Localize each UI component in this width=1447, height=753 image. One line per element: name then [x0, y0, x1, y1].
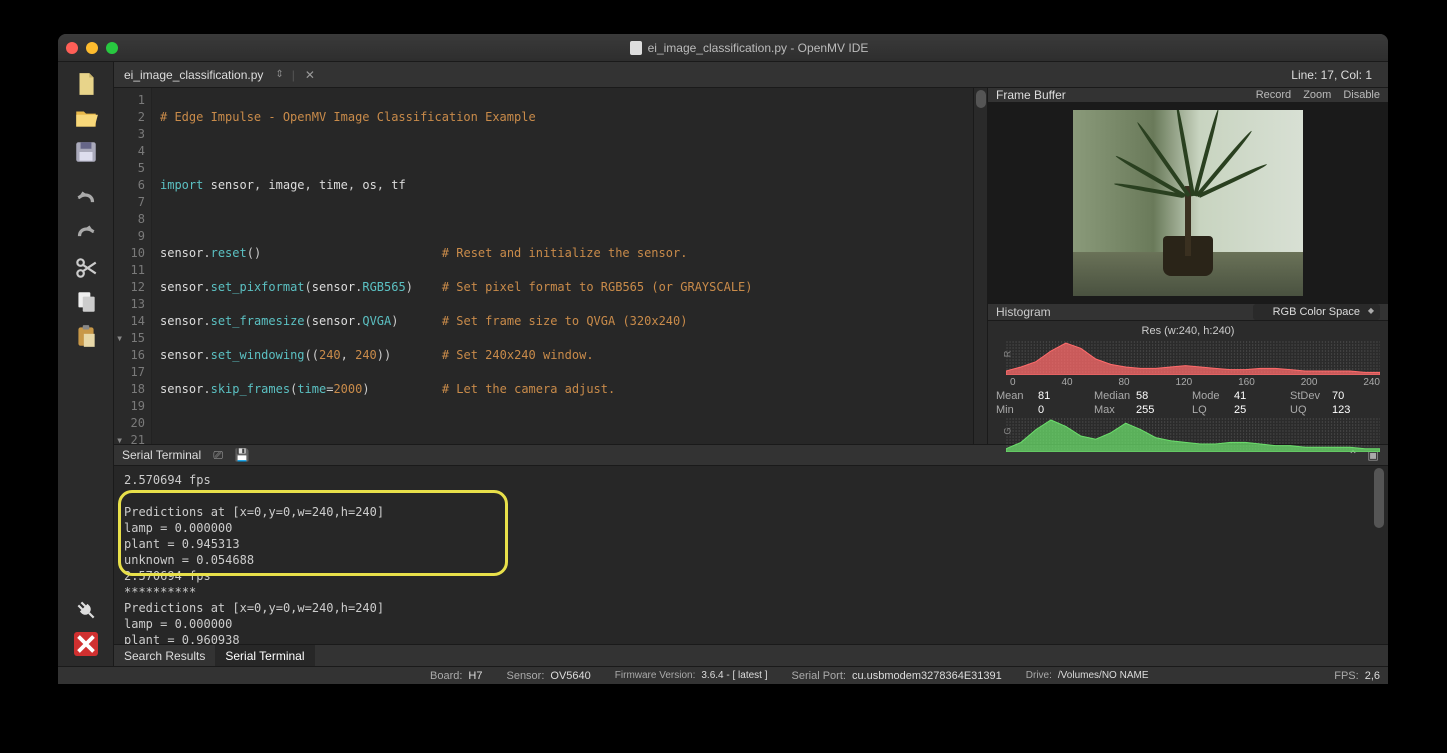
- frame-buffer-image[interactable]: [988, 103, 1388, 303]
- window-title: ei_image_classification.py - OpenMV IDE: [118, 41, 1380, 55]
- histogram-header: Histogram RGB Color Space: [988, 303, 1388, 321]
- save-button[interactable]: [66, 136, 106, 168]
- board-label: Board:: [430, 670, 462, 682]
- histogram-r: R: [1006, 341, 1380, 375]
- ide-window: ei_image_classification.py - OpenMV IDE: [58, 34, 1388, 684]
- tab-switcher-icon[interactable]: ⇕: [273, 69, 285, 80]
- frame-buffer-header: Frame Buffer Record Zoom Disable: [988, 88, 1388, 103]
- cut-button[interactable]: [66, 252, 106, 284]
- bottom-tabs: Search Results Serial Terminal: [114, 644, 1388, 666]
- editor-area: 1234567891011121314▾151617181920▾2122 # …: [114, 88, 1388, 444]
- line-gutter: 1234567891011121314▾151617181920▾2122: [114, 88, 152, 444]
- fps-label: FPS:: [1334, 670, 1358, 682]
- copy-button[interactable]: [66, 286, 106, 318]
- histogram-g: G: [1006, 418, 1380, 452]
- status-bar: Board: H7 Sensor: OV5640 Firmware Version:…: [58, 666, 1388, 684]
- main-area: ei_image_classification.py ⇕ | ✕ Line: 1…: [114, 62, 1388, 666]
- terminal-scrollbar[interactable]: [1372, 468, 1386, 642]
- serial-terminal-tab[interactable]: Serial Terminal: [215, 645, 314, 666]
- connect-button[interactable]: [66, 594, 106, 626]
- cursor-position: Line: 17, Col: 1: [1291, 68, 1382, 82]
- port-label: Serial Port:: [792, 670, 846, 682]
- window-title-text: ei_image_classification.py - OpenMV IDE: [648, 41, 869, 55]
- sensor-label: Sensor:: [506, 670, 544, 682]
- record-button[interactable]: Record: [1256, 89, 1291, 101]
- redo-button[interactable]: [66, 218, 106, 250]
- port-value: cu.usbmodem3278364E31391: [852, 670, 1002, 682]
- search-results-tab[interactable]: Search Results: [114, 645, 215, 666]
- right-panel: Frame Buffer Record Zoom Disable: [988, 88, 1388, 444]
- document-icon: [630, 41, 642, 55]
- histogram-title: Histogram: [996, 305, 1051, 319]
- resolution-label: Res (w:240, h:240): [988, 321, 1388, 341]
- traffic-lights: [66, 42, 118, 54]
- window-body: ei_image_classification.py ⇕ | ✕ Line: 1…: [58, 62, 1388, 666]
- board-value: H7: [468, 670, 482, 682]
- frame-buffer-title: Frame Buffer: [996, 88, 1066, 102]
- left-toolbar: [58, 62, 114, 666]
- zoom-window-button[interactable]: [106, 42, 118, 54]
- fw-value: 3.6.4 - [ latest ]: [701, 670, 767, 681]
- titlebar: ei_image_classification.py - OpenMV IDE: [58, 34, 1388, 62]
- code-content[interactable]: # Edge Impulse - OpenMV Image Classifica…: [152, 88, 973, 444]
- undo-button[interactable]: [66, 184, 106, 216]
- drive-label: Drive:: [1026, 670, 1052, 681]
- terminal-clear-icon[interactable]: ⎚: [211, 448, 225, 462]
- disable-button[interactable]: Disable: [1343, 89, 1380, 101]
- sensor-value: OV5640: [550, 670, 590, 682]
- tab-filename[interactable]: ei_image_classification.py: [120, 68, 267, 82]
- terminal-save-icon[interactable]: 💾: [235, 448, 249, 462]
- minimize-window-button[interactable]: [86, 42, 98, 54]
- fw-label: Firmware Version:: [615, 670, 696, 681]
- color-space-selector[interactable]: RGB Color Space: [1253, 304, 1380, 320]
- drive-value: /Volumes/NO NAME: [1058, 670, 1149, 681]
- close-tab-button[interactable]: ✕: [301, 68, 319, 82]
- terminal-output[interactable]: 2.570694 fps Predictions at [x=0,y=0,w=2…: [114, 466, 1388, 644]
- terminal-title: Serial Terminal: [122, 448, 201, 462]
- zoom-button[interactable]: Zoom: [1303, 89, 1331, 101]
- editor-scrollbar[interactable]: [973, 88, 987, 444]
- close-window-button[interactable]: [66, 42, 78, 54]
- editor-tabbar: ei_image_classification.py ⇕ | ✕ Line: 1…: [114, 62, 1388, 88]
- code-editor[interactable]: 1234567891011121314▾151617181920▾2122 # …: [114, 88, 988, 444]
- paste-button[interactable]: [66, 320, 106, 352]
- open-file-button[interactable]: [66, 102, 106, 134]
- disconnect-button[interactable]: [66, 628, 106, 660]
- fps-value: 2,6: [1365, 670, 1380, 682]
- new-file-button[interactable]: [66, 68, 106, 100]
